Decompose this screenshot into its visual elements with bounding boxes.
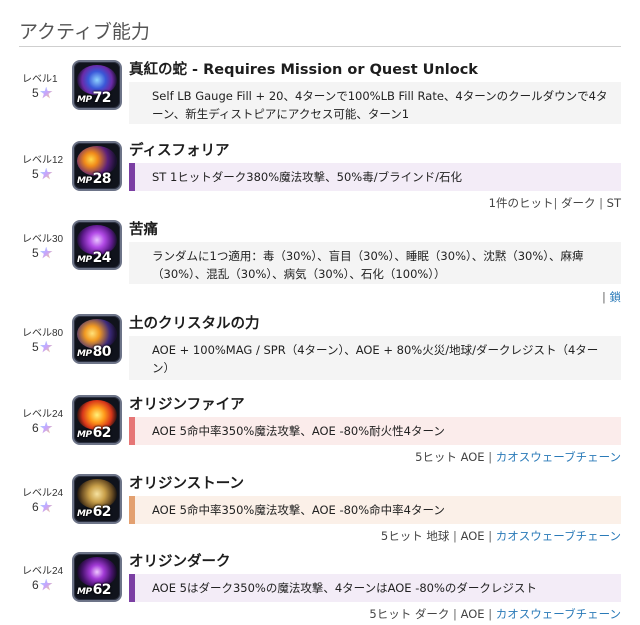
meta-chain-link[interactable]: 鎖 bbox=[610, 290, 622, 304]
ability-level: レベル24 bbox=[22, 488, 64, 499]
ability-level: レベル80 bbox=[22, 328, 64, 339]
ability-description: ランダムに1つ適用：毒（30%）、盲目（30%）、睡眠（30%）、沈黙（30%）… bbox=[129, 242, 621, 284]
origin-dark-icon[interactable]: MP62 bbox=[72, 552, 122, 602]
mp-cost: MP72 bbox=[77, 90, 112, 106]
ability-meta: 5ヒット ダーク | AOE | カオスウェーブチェーン bbox=[369, 607, 621, 621]
meta-hits: 5ヒット ダーク bbox=[369, 607, 450, 621]
rainbow-star-icon bbox=[39, 340, 53, 353]
ability-meta: | 鎖 bbox=[601, 290, 622, 304]
cost-value: 6 bbox=[32, 500, 39, 514]
ability-description: AOE 5命中率350%魔法攻撃、AOE -80%耐火性4ターン bbox=[129, 417, 621, 445]
ability-description: AOE + 100%MAG / SPR（4ターン）、AOE + 80%火災/地球… bbox=[129, 336, 621, 380]
ability-meta: 5ヒット AOE | カオスウェーブチェーン bbox=[415, 450, 621, 464]
ability-name: 土のクリスタルの力 bbox=[129, 316, 260, 332]
ability-name: 真紅の蛇 - Requires Mission or Quest Unlock bbox=[129, 62, 478, 78]
crimson-serpent-icon[interactable]: MP72 bbox=[72, 60, 122, 110]
rainbow-star-icon bbox=[39, 167, 53, 180]
ability-cost: 5 bbox=[32, 86, 53, 100]
meta-element: ダーク bbox=[560, 196, 596, 210]
cost-value: 5 bbox=[32, 340, 39, 354]
cost-value: 6 bbox=[32, 421, 39, 435]
rainbow-star-icon bbox=[39, 86, 53, 99]
ability-meta: 1件のヒット| ダーク | ST bbox=[488, 196, 621, 210]
rainbow-star-icon bbox=[39, 246, 53, 259]
cost-value: 5 bbox=[32, 167, 39, 181]
ability-name: オリジンダーク bbox=[129, 554, 231, 570]
agony-icon[interactable]: MP24 bbox=[72, 220, 122, 270]
ability-cost: 5 bbox=[32, 167, 53, 181]
ability-name: オリジンストーン bbox=[129, 476, 244, 492]
mp-cost: MP62 bbox=[77, 425, 112, 441]
ability-name: 苦痛 bbox=[129, 222, 158, 238]
ability-description: AOE 5命中率350%魔法攻撃、AOE -80%命中率4ターン bbox=[129, 496, 621, 524]
meta-chain-link[interactable]: カオスウェーブチェーン bbox=[496, 607, 621, 621]
mp-cost: MP62 bbox=[77, 504, 112, 520]
ability-level: レベル1 bbox=[22, 74, 58, 85]
ability-cost: 6 bbox=[32, 421, 53, 435]
meta-hits: 5ヒット 地球 bbox=[380, 529, 450, 543]
rainbow-star-icon bbox=[39, 500, 53, 513]
meta-hits: 1件のヒット bbox=[488, 196, 554, 210]
mp-cost: MP24 bbox=[77, 250, 112, 266]
ability-cost: 6 bbox=[32, 500, 53, 514]
rainbow-star-icon bbox=[39, 421, 53, 434]
mp-cost: MP62 bbox=[77, 582, 112, 598]
title-divider bbox=[19, 46, 621, 47]
mp-cost: MP28 bbox=[77, 171, 112, 187]
ability-meta: 5ヒット 地球 | AOE | カオスウェーブチェーン bbox=[380, 529, 621, 543]
ability-description: Self LB Gauge Fill + 20、4ターンで100%LB Fill… bbox=[129, 82, 621, 124]
ability-name: オリジンファイア bbox=[129, 397, 245, 413]
meta-hits: 5ヒット AOE bbox=[415, 450, 485, 464]
meta-chain-link[interactable]: カオスウェーブチェーン bbox=[496, 450, 621, 464]
ability-cost: 6 bbox=[32, 578, 53, 592]
ability-description: AOE 5はダーク350%の魔法攻撃、4ターンはAOE -80%のダークレジスト bbox=[129, 574, 621, 602]
meta-target: ST bbox=[606, 196, 621, 210]
rainbow-star-icon bbox=[39, 578, 53, 591]
section-title: アクティブ能力 bbox=[19, 21, 150, 43]
cost-value: 6 bbox=[32, 578, 39, 592]
cost-value: 5 bbox=[32, 86, 39, 100]
meta-chain-link[interactable]: カオスウェーブチェーン bbox=[496, 529, 621, 543]
ability-level: レベル30 bbox=[22, 234, 64, 245]
dysphoria-icon[interactable]: MP28 bbox=[72, 141, 122, 191]
origin-fire-icon[interactable]: MP62 bbox=[72, 395, 122, 445]
ability-level: レベル12 bbox=[22, 155, 64, 166]
ability-level: レベル24 bbox=[22, 409, 64, 420]
ability-level: レベル24 bbox=[22, 566, 64, 577]
ability-cost: 5 bbox=[32, 340, 53, 354]
meta-target: AOE bbox=[460, 607, 485, 621]
active-abilities-page: アクティブ能力 レベル1 5 MP72 真紅の蛇 - Requires Miss… bbox=[0, 0, 640, 625]
ability-cost: 5 bbox=[32, 246, 53, 260]
meta-target: AOE bbox=[460, 529, 485, 543]
origin-stone-icon[interactable]: MP62 bbox=[72, 474, 122, 524]
mp-cost: MP80 bbox=[77, 344, 112, 360]
ability-name: ディスフォリア bbox=[129, 143, 230, 159]
ability-description: ST 1ヒットダーク380%魔法攻撃、50%毒/ブラインド/石化 bbox=[129, 163, 621, 191]
earth-crystal-power-icon[interactable]: MP80 bbox=[72, 314, 122, 364]
cost-value: 5 bbox=[32, 246, 39, 260]
